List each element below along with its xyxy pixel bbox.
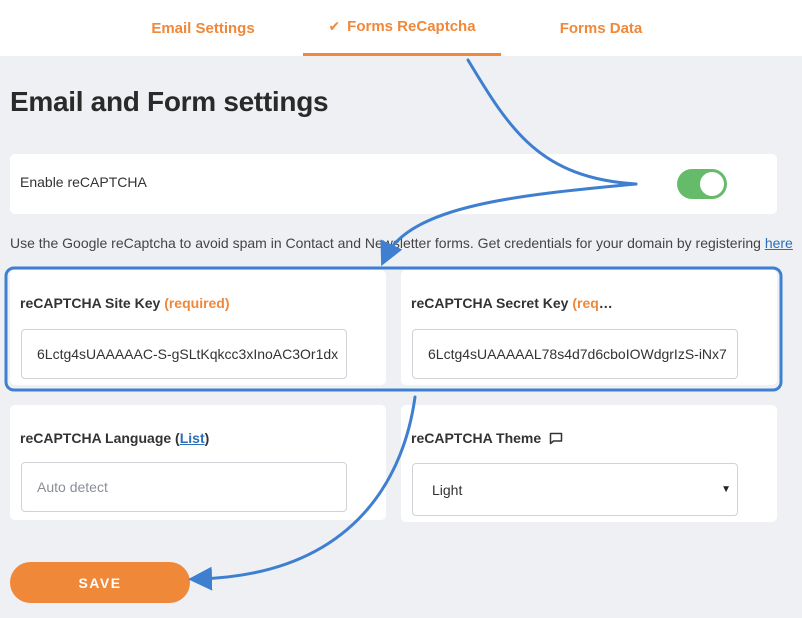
info-text-body: Use the Google reCaptcha to avoid spam i… <box>10 235 765 251</box>
language-label: reCAPTCHA Language (List) <box>20 430 209 446</box>
register-link[interactable]: here <box>765 235 793 251</box>
language-card: reCAPTCHA Language (List) Auto detect <box>10 405 386 520</box>
theme-card: reCAPTCHA Theme Light ▼ <box>401 405 777 522</box>
theme-label-text: reCAPTCHA Theme <box>411 430 542 446</box>
secret-key-required: (required) <box>572 295 621 311</box>
tab-email-settings-label: Email Settings <box>151 19 255 37</box>
info-text: Use the Google reCaptcha to avoid spam i… <box>10 235 793 251</box>
tab-email-settings[interactable]: Email Settings <box>103 0 303 56</box>
site-key-value: 6Lctg4sUAAAAAC-S-gSLtKqkcc3xInoAC3Or1dx <box>37 346 339 362</box>
site-key-required: (required) <box>164 295 230 311</box>
site-key-label-text: reCAPTCHA Site Key <box>20 295 165 311</box>
tab-forms-data-label: Forms Data <box>559 19 643 37</box>
save-button[interactable]: SAVE <box>10 562 190 603</box>
language-input[interactable]: Auto detect <box>21 462 347 512</box>
theme-label: reCAPTCHA Theme <box>411 430 563 448</box>
site-key-input[interactable]: 6Lctg4sUAAAAAC-S-gSLtKqkcc3xInoAC3Or1dx <box>21 329 347 379</box>
tab-forms-recaptcha-label: Forms ReCaptcha <box>347 18 476 35</box>
caret-down-icon: ▼ <box>721 484 731 495</box>
enable-recaptcha-label: Enable reCAPTCHA <box>20 174 147 190</box>
language-placeholder: Auto detect <box>37 479 108 495</box>
secret-key-label: reCAPTCHA Secret Key (required) <box>411 295 621 311</box>
page-title: Email and Form settings <box>10 86 329 117</box>
site-key-card: reCAPTCHA Site Key (required) 6Lctg4sUAA… <box>10 270 386 385</box>
secret-key-input[interactable]: 6Lctg4sUAAAAAL78s4d7d6cboIOWdgrIzS-iNx7 <box>412 329 738 379</box>
language-label-text: reCAPTCHA Language ( <box>20 430 180 446</box>
chat-bubble-icon[interactable] <box>549 432 563 448</box>
secret-key-label-text: reCAPTCHA Secret Key <box>411 295 573 311</box>
check-icon: ✔ <box>328 18 341 34</box>
theme-select[interactable]: Light ▼ <box>412 463 738 516</box>
language-list-link[interactable]: List <box>180 430 205 446</box>
tab-bar: Email Settings ✔ Forms ReCaptcha Forms D… <box>0 0 802 56</box>
tab-forms-recaptcha[interactable]: ✔ Forms ReCaptcha <box>303 0 501 56</box>
site-key-label: reCAPTCHA Site Key (required) <box>20 295 230 311</box>
enable-recaptcha-toggle[interactable] <box>677 169 727 199</box>
secret-key-card: reCAPTCHA Secret Key (required) 6Lctg4sU… <box>401 270 777 385</box>
language-label-end: ) <box>204 430 210 446</box>
tab-forms-data[interactable]: Forms Data <box>501 0 701 56</box>
toggle-knob <box>700 172 724 196</box>
theme-selected-value: Light <box>432 481 463 498</box>
secret-key-value: 6Lctg4sUAAAAAL78s4d7d6cboIOWdgrIzS-iNx7 <box>428 346 727 362</box>
enable-recaptcha-card: Enable reCAPTCHA <box>10 154 777 214</box>
